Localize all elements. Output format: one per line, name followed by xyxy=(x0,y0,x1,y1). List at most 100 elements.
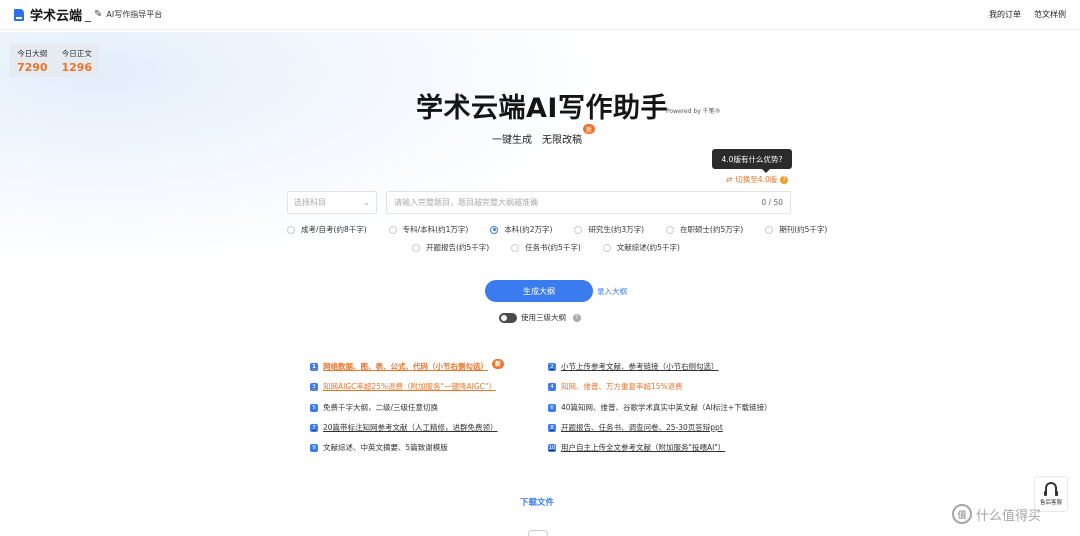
level-radio[interactable]: 开题报告(约5千字) xyxy=(412,242,489,253)
level-label: 在职硕士(约5万字) xyxy=(680,225,744,234)
slogan: 一键生成 无限改稿 xyxy=(492,131,582,146)
subject-placeholder: 选择科目 xyxy=(294,198,326,207)
number-badge: 6 xyxy=(548,403,556,412)
number-badge: 8 xyxy=(548,423,556,432)
level-radio[interactable]: 期刊(约5千字) xyxy=(765,224,827,235)
help-icon[interactable]: ? xyxy=(573,313,581,322)
page-title: 学术云端AI写作助手 xyxy=(416,93,668,124)
new-badge: 新 xyxy=(583,124,595,134)
radio-circle-icon xyxy=(765,225,774,234)
radio-circle-icon xyxy=(388,225,397,234)
three-level-toggle-row: 使用三级大纲 ? xyxy=(499,312,581,323)
level-radio-selected[interactable]: 本科(约2万字) xyxy=(490,224,552,235)
sample-essays-link[interactable]: 范文样例 xyxy=(1034,9,1066,20)
platform-subtitle: AI写作指导平台 xyxy=(106,10,163,19)
stat-value: 1296 xyxy=(61,61,93,74)
version-tooltip: 4.0版有什么优势? xyxy=(712,149,792,173)
level-label: 成考/自考(约8千字) xyxy=(301,225,367,234)
level-label: 文献综述(约5千字) xyxy=(616,243,680,252)
number-badge: 2 xyxy=(548,362,556,371)
smzdm-logo-icon: 值 xyxy=(952,504,972,524)
switch-version-link[interactable]: ⇄ 切换至4.0版 ? xyxy=(726,174,789,185)
logo-icon xyxy=(14,8,24,21)
watermark: 值 什么值得买 xyxy=(952,504,1041,524)
watermark-text: 什么值得买 xyxy=(976,508,1042,524)
stat-label: 今日正文 xyxy=(61,49,92,58)
pencil-icon: ✎ xyxy=(94,9,103,20)
feature-item[interactable]: 3 知网AIGC率超25%退费（附加服务"一键降AIGC"） xyxy=(310,381,496,392)
switch-version-label: 切换至4.0版 xyxy=(735,175,778,184)
level-radio[interactable]: 文献综述(约5千字) xyxy=(602,242,680,253)
header-nav: 我的订单 范文样例 xyxy=(989,9,1066,20)
feature-text: 知网、维普、万方重复率超15%退费 xyxy=(561,382,683,391)
daily-stats-panel: 今日大纲 7290 今日正文 1296 xyxy=(10,44,99,77)
three-level-label: 使用三级大纲 xyxy=(521,313,566,322)
char-counter: 0 / 50 xyxy=(761,198,783,207)
feature-item[interactable]: 10 用户自主上传全文参考文献（附加服务"投喂AI"） xyxy=(548,442,725,453)
level-radio[interactable]: 成考/自考(约8千字) xyxy=(287,224,367,235)
top-header: 学术云端 _ ✎ AI写作指导平台 我的订单 范文样例 xyxy=(0,0,1080,30)
feature-text: 免费千字大纲，二级/三级任意切换 xyxy=(323,403,439,412)
number-badge: 4 xyxy=(548,382,556,391)
title-input[interactable]: 请输入完整题目，题目越完整大纲越准确 0 / 50 xyxy=(386,191,791,214)
level-options-row-2: 开题报告(约5千字) 任务书(约5千字) 文献综述(约5千字) xyxy=(412,242,680,253)
number-badge: 10 xyxy=(548,443,556,452)
feature-text: 用户自主上传全文参考文献（附加服务"投喂AI"） xyxy=(561,443,726,452)
radio-circle-icon xyxy=(511,243,520,252)
logo-separator: _ xyxy=(85,7,92,22)
new-badge: 新 xyxy=(492,358,504,369)
radio-circle-icon xyxy=(287,225,295,234)
headset-icon xyxy=(1044,482,1058,496)
level-radio[interactable]: 研究生(约3万字) xyxy=(574,224,644,235)
feature-item[interactable]: 1 网络数据、图、表、公式、代码（小节右侧勾选） 新 xyxy=(310,358,504,372)
level-label: 期刊(约5千字) xyxy=(779,225,828,234)
feature-text: 网络数据、图、表、公式、代码（小节右侧勾选） xyxy=(323,362,488,371)
subject-select[interactable]: 选择科目 ⌄ xyxy=(287,191,377,214)
radio-circle-icon xyxy=(412,243,420,252)
chevron-down-icon: ⌄ xyxy=(363,198,370,207)
slogan-one-click: 一键生成 xyxy=(492,135,532,146)
radio-circle-icon xyxy=(666,225,675,234)
level-radio[interactable]: 专科/本科(约1万字) xyxy=(388,224,469,235)
stat-outlines: 今日大纲 7290 xyxy=(17,48,48,77)
feature-item: 6 40篇知网、维普、谷歌学术真实中英文献（AI标注+下载链接） xyxy=(548,402,772,413)
logo-text[interactable]: 学术云端 xyxy=(30,5,82,24)
feature-item[interactable]: 7 20篇带标注知网参考文献（人工精修，进群免费领） xyxy=(310,422,498,433)
support-label: 售后客服 xyxy=(1039,500,1062,506)
stat-label: 今日大纲 xyxy=(17,49,48,58)
scroll-down-handle[interactable] xyxy=(528,530,548,536)
stat-fulltexts: 今日正文 1296 xyxy=(61,48,92,77)
radio-checked-icon xyxy=(490,225,499,234)
feature-item[interactable]: 2 小节上传参考文献、参考链接（小节右侧勾选） xyxy=(548,361,719,372)
feature-item[interactable]: 8 开题报告、任务书、调查问卷、25-30页答辩ppt xyxy=(548,422,723,433)
three-level-toggle[interactable] xyxy=(499,312,517,323)
feature-text: 40篇知网、维普、谷歌学术真实中英文献（AI标注+下载链接） xyxy=(561,403,772,412)
title-placeholder: 请输入完整题目，题目越完整大纲越准确 xyxy=(394,198,538,207)
level-radio[interactable]: 任务书(约5千字) xyxy=(511,242,581,253)
level-label: 专科/本科(约1万字) xyxy=(402,225,469,234)
feature-text: 20篇带标注知网参考文献（人工精修，进群免费领） xyxy=(323,423,498,432)
generate-outline-button[interactable]: 生成大纲 xyxy=(485,280,593,302)
number-badge: 5 xyxy=(310,403,318,412)
level-label: 研究生(约3万字) xyxy=(588,225,645,234)
feature-text: 小节上传参考文献、参考链接（小节右侧勾选） xyxy=(561,362,719,371)
level-label: 开题报告(约5千字) xyxy=(426,243,490,252)
radio-circle-icon xyxy=(574,225,583,234)
download-files-link[interactable]: 下载文件 xyxy=(520,496,554,508)
my-orders-link[interactable]: 我的订单 xyxy=(989,9,1021,20)
feature-text: 文献综述、中英文摘要、5篇致谢模版 xyxy=(323,443,448,452)
enter-outline-link[interactable]: 录入大纲 xyxy=(597,286,627,297)
feature-item: 4 知网、维普、万方重复率超15%退费 xyxy=(548,381,683,392)
number-badge: 9 xyxy=(310,443,318,452)
feature-text: 知网AIGC率超25%退费（附加服务"一键降AIGC"） xyxy=(323,382,496,391)
level-radio[interactable]: 在职硕士(约5万字) xyxy=(666,224,743,235)
help-icon[interactable]: ? xyxy=(780,175,789,184)
swap-icon: ⇄ xyxy=(726,175,733,184)
number-badge: 7 xyxy=(310,423,318,432)
radio-circle-icon xyxy=(602,243,611,252)
feature-item: 5 免费千字大纲，二级/三级任意切换 xyxy=(310,402,438,413)
feature-item: 9 文献综述、中英文摘要、5篇致谢模版 xyxy=(310,442,448,453)
slogan-unlimited-edits: 无限改稿 xyxy=(542,135,582,146)
number-badge: 1 xyxy=(310,362,318,371)
powered-by: Powered by 千笔® xyxy=(666,108,721,115)
